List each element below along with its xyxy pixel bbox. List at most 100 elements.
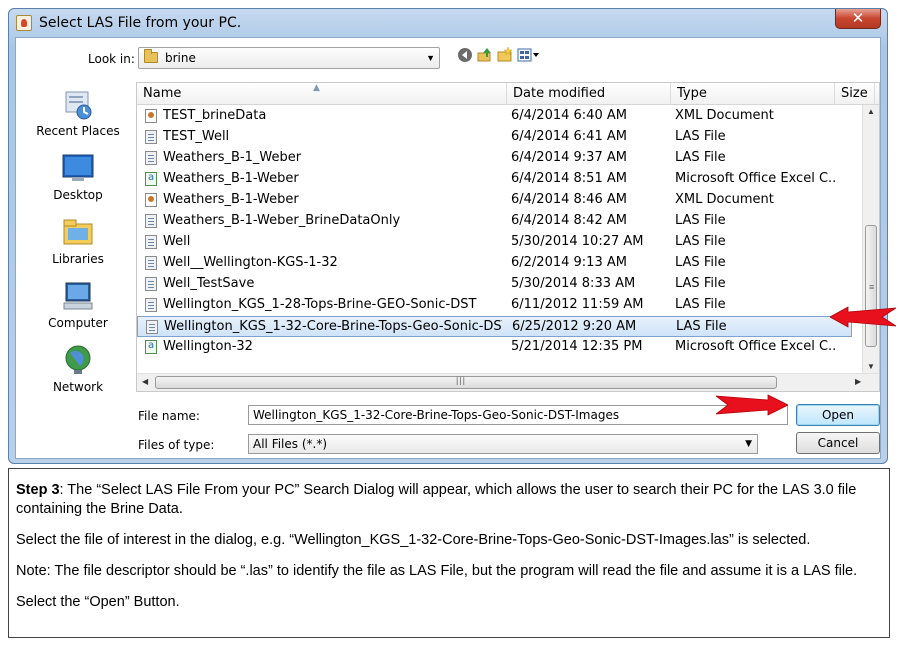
files-of-type-combo[interactable]: All Files (*.*) ▼ bbox=[248, 434, 758, 454]
las-file-icon bbox=[145, 130, 157, 144]
horizontal-scrollbar[interactable]: ◀ ||| ▶ bbox=[137, 373, 879, 391]
chevron-down-icon: ▼ bbox=[426, 53, 435, 63]
scroll-right-icon[interactable]: ▶ bbox=[855, 377, 861, 386]
file-name: Well bbox=[163, 234, 191, 249]
file-row[interactable]: Wellington-32 5/21/2014 12:35 PM Microsoft… bbox=[137, 337, 852, 358]
place-desktop[interactable]: Desktop bbox=[22, 150, 134, 212]
file-date: 5/30/2014 10:27 AM bbox=[511, 234, 644, 249]
file-type: LAS File bbox=[675, 129, 726, 144]
xls-file-icon bbox=[145, 340, 157, 354]
file-row[interactable]: Weathers_B-1_Weber 6/4/2014 9:37 AM LAS Fi… bbox=[137, 148, 852, 169]
column-header-type[interactable]: Type bbox=[671, 83, 835, 105]
xml-file-icon bbox=[145, 193, 157, 207]
look-in-combo[interactable]: brine ▼ bbox=[138, 47, 440, 69]
place-network[interactable]: Network bbox=[22, 342, 134, 404]
step-text: : The “Select LAS File From your PC” Sea… bbox=[16, 482, 857, 517]
grip-icon: ≡ bbox=[869, 282, 875, 292]
instruction-step: Step 3: The “Select LAS File From your P… bbox=[16, 481, 882, 519]
place-libraries[interactable]: Libraries bbox=[22, 214, 134, 276]
file-name: TEST_Well bbox=[163, 129, 230, 144]
file-type: LAS File bbox=[675, 150, 726, 165]
file-list-header: Name ▲ Date modified Type Size bbox=[137, 83, 879, 105]
place-label: Recent Places bbox=[36, 124, 120, 138]
file-row[interactable]: Weathers_B-1-Weber 6/4/2014 8:51 AM Micros… bbox=[137, 169, 852, 190]
file-row[interactable]: Well_TestSave 5/30/2014 8:33 AM LAS File bbox=[137, 274, 852, 295]
file-row[interactable]: Wellington_KGS_1-28-Tops-Brine-GEO-Sonic… bbox=[137, 295, 852, 316]
file-date: 5/30/2014 8:33 AM bbox=[511, 276, 636, 291]
place-label: Computer bbox=[48, 316, 108, 330]
file-name: Well_TestSave bbox=[163, 276, 255, 291]
computer-icon bbox=[63, 282, 93, 310]
las-file-icon bbox=[145, 298, 157, 312]
file-name: TEST_brineData bbox=[163, 108, 267, 123]
red-arrow-pointer-icon bbox=[716, 394, 788, 416]
xls-file-icon bbox=[145, 172, 157, 186]
file-date: 6/4/2014 9:37 AM bbox=[511, 150, 627, 165]
file-date: 6/2/2014 9:13 AM bbox=[511, 255, 627, 270]
file-row[interactable]: Well__Wellington-KGS-1-32 6/2/2014 9:13 A… bbox=[137, 253, 852, 274]
instruction-box: Step 3: The “Select LAS File From your P… bbox=[8, 468, 890, 638]
place-recent-places[interactable]: Recent Places bbox=[22, 86, 134, 148]
scroll-up-icon[interactable]: ▲ bbox=[867, 107, 875, 116]
file-date: 5/21/2014 12:35 PM bbox=[511, 339, 643, 354]
column-header-size[interactable]: Size bbox=[835, 83, 875, 105]
file-type: XML Document bbox=[675, 192, 774, 207]
las-file-icon bbox=[145, 256, 157, 270]
file-type: Microsoft Office Excel C... bbox=[675, 339, 835, 354]
file-name: Weathers_B-1_Weber bbox=[163, 150, 302, 165]
grip-icon: ||| bbox=[456, 375, 467, 385]
close-button[interactable]: ✕ bbox=[835, 9, 881, 29]
file-type: Microsoft Office Excel C... bbox=[675, 171, 835, 186]
file-type: LAS File bbox=[675, 297, 726, 312]
file-list[interactable]: Name ▲ Date modified Type Size TEST_brin… bbox=[136, 82, 880, 392]
horizontal-scroll-thumb[interactable]: ||| bbox=[155, 375, 777, 389]
file-row[interactable]: TEST_brineData 6/4/2014 6:40 AM XML Docume… bbox=[137, 106, 852, 127]
open-button[interactable]: Open bbox=[796, 404, 880, 426]
up-folder-button[interactable] bbox=[476, 47, 494, 67]
file-type: LAS File bbox=[675, 234, 726, 249]
file-row[interactable]: Weathers_B-1-Weber 6/4/2014 8:46 AM XML Do… bbox=[137, 190, 852, 211]
new-folder-button[interactable] bbox=[496, 46, 514, 67]
vertical-scroll-thumb[interactable]: ≡ bbox=[865, 225, 877, 347]
file-name: Well__Wellington-KGS-1-32 bbox=[163, 255, 338, 270]
file-name-label: File name: bbox=[138, 409, 200, 423]
column-header-name[interactable]: Name ▲ bbox=[137, 83, 507, 105]
step-label: Step 3 bbox=[16, 482, 60, 498]
column-name-label: Name bbox=[143, 86, 182, 101]
file-type: LAS File bbox=[675, 276, 726, 291]
vertical-scrollbar[interactable]: ▲ ≡ ▼ bbox=[862, 105, 879, 373]
look-in-value: brine bbox=[165, 51, 196, 65]
file-type: LAS File bbox=[675, 213, 726, 228]
file-type: XML Document bbox=[675, 108, 774, 123]
cancel-button[interactable]: Cancel bbox=[796, 432, 880, 454]
files-of-type-label: Files of type: bbox=[138, 438, 215, 452]
file-row[interactable]: Well 5/30/2014 10:27 AM LAS File bbox=[137, 232, 852, 253]
network-icon bbox=[65, 345, 91, 374]
place-computer[interactable]: Computer bbox=[22, 278, 134, 340]
file-name-input[interactable]: Wellington_KGS_1-32-Core-Brine-Tops-Geo-… bbox=[248, 405, 788, 425]
place-label: Libraries bbox=[52, 252, 104, 266]
xml-file-icon bbox=[145, 109, 157, 123]
view-menu-button[interactable] bbox=[516, 47, 542, 67]
place-label: Network bbox=[52, 380, 104, 394]
scroll-left-icon[interactable]: ◀ bbox=[142, 377, 148, 386]
file-row[interactable]: Weathers_B-1-Weber_BrineDataOnly 6/4/2014… bbox=[137, 211, 852, 232]
view-menu-icon bbox=[517, 48, 539, 62]
places-bar: Recent Places Desktop Libraries Computer… bbox=[22, 82, 134, 394]
libraries-icon bbox=[63, 219, 93, 245]
back-arrow-icon bbox=[458, 48, 472, 62]
title-bar[interactable]: Select LAS File from your PC. ✕ bbox=[9, 9, 887, 37]
file-row[interactable]: TEST_Well 6/4/2014 6:41 AM LAS File bbox=[137, 127, 852, 148]
file-name: Weathers_B-1-Weber bbox=[163, 192, 299, 207]
scroll-down-icon[interactable]: ▼ bbox=[867, 362, 875, 371]
file-date: 6/4/2014 8:42 AM bbox=[511, 213, 627, 228]
file-name: Weathers_B-1-Weber_BrineDataOnly bbox=[163, 213, 401, 228]
column-header-date[interactable]: Date modified bbox=[507, 83, 671, 105]
recent-places-icon bbox=[65, 91, 92, 120]
back-button[interactable] bbox=[456, 47, 474, 67]
instruction-select-file: Select the file of interest in the dialo… bbox=[16, 532, 811, 548]
las-file-icon bbox=[146, 320, 158, 334]
chevron-down-icon: ▼ bbox=[745, 439, 752, 449]
file-row[interactable]: Wellington_KGS_1-32-Core-Brine-Tops-Geo-… bbox=[137, 316, 852, 337]
new-folder-icon bbox=[497, 46, 513, 62]
